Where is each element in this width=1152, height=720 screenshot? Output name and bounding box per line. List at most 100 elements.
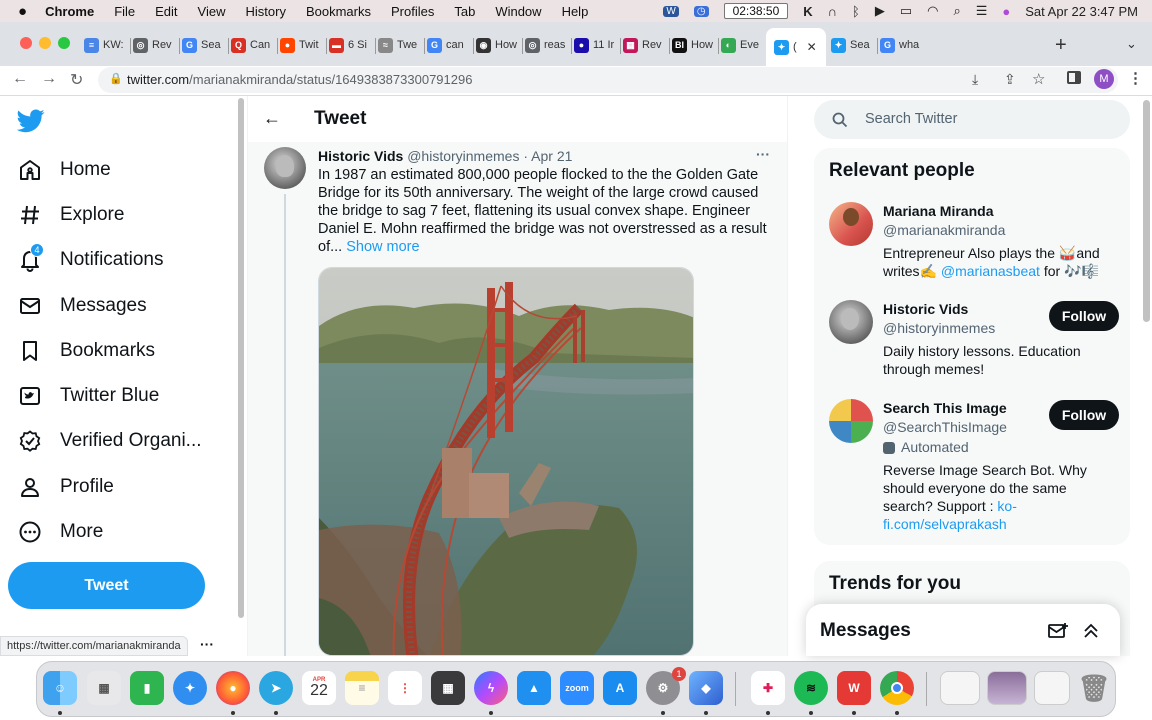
profile-avatar[interactable]: M xyxy=(1094,69,1114,89)
browser-tab[interactable]: Q Can xyxy=(231,30,276,60)
browser-tab[interactable]: ✦ Sea xyxy=(831,30,876,60)
menu-tab[interactable]: Tab xyxy=(454,4,475,19)
side-panel-icon[interactable] xyxy=(1067,71,1081,84)
app-store-icon[interactable]: A xyxy=(603,671,637,705)
search-input[interactable]: Search Twitter xyxy=(865,111,957,127)
wifi-icon[interactable]: ◠ xyxy=(927,3,938,19)
recent-window-thumbnail[interactable] xyxy=(1034,671,1070,705)
browser-tab[interactable]: G Sea xyxy=(182,30,227,60)
safari-icon[interactable]: ✦ xyxy=(173,671,207,705)
word-icon[interactable]: W xyxy=(663,5,679,17)
nav-twitter-blue[interactable]: Twitter Blue xyxy=(18,376,159,416)
browser-tab[interactable]: ◎ Rev xyxy=(133,30,178,60)
nav-messages[interactable]: Messages xyxy=(18,286,147,326)
nav-verified-orgs[interactable]: Verified Organi... xyxy=(18,421,202,461)
menu-file[interactable]: File xyxy=(114,4,135,19)
new-message-icon[interactable] xyxy=(1048,622,1068,640)
tweet-photo[interactable] xyxy=(318,267,694,656)
twitter-logo-icon[interactable] xyxy=(17,109,45,133)
menu-view[interactable]: View xyxy=(198,4,226,19)
tweet-article[interactable]: Historic Vids @historyinmemes · Apr 21 ·… xyxy=(248,142,787,656)
person-avatar[interactable] xyxy=(829,202,873,246)
browser-tab[interactable]: BI How xyxy=(672,30,717,60)
spotify-icon[interactable]: ≋ xyxy=(794,671,828,705)
launchpad-icon[interactable]: ▦ xyxy=(87,671,121,705)
menubar-clock[interactable]: Sat Apr 22 3:47 PM xyxy=(1025,4,1138,19)
wps-office-icon[interactable]: W xyxy=(837,671,871,705)
timer-display[interactable]: 02:38:50 xyxy=(723,3,789,19)
bookmark-star-icon[interactable]: ☆ xyxy=(1032,70,1045,88)
siri-icon[interactable]: ● xyxy=(1002,4,1010,19)
tweet-author-avatar[interactable] xyxy=(264,147,306,189)
sidebar-scroll-thumb[interactable] xyxy=(238,98,244,618)
play-icon[interactable]: ▶ xyxy=(875,3,885,19)
expand-drawer-icon[interactable] xyxy=(1082,622,1100,640)
nav-explore[interactable]: Explore xyxy=(18,195,124,235)
chrome-icon[interactable] xyxy=(880,671,914,705)
menu-bookmarks[interactable]: Bookmarks xyxy=(306,4,371,19)
bluetooth-icon[interactable]: ᛒ xyxy=(852,4,860,19)
nav-bookmarks[interactable]: Bookmarks xyxy=(18,331,155,371)
menu-profiles[interactable]: Profiles xyxy=(391,4,434,19)
person-name[interactable]: Mariana Miranda xyxy=(883,203,993,219)
zoom-icon[interactable]: zoom xyxy=(560,671,594,705)
cursor-app-icon[interactable]: ◆ xyxy=(689,671,723,705)
messages-drawer[interactable]: Messages xyxy=(806,604,1120,656)
apple-icon[interactable]: ● xyxy=(18,3,27,20)
browser-tab[interactable]: ≈ Twe xyxy=(378,30,423,60)
keynote-icon[interactable]: ▲ xyxy=(517,671,551,705)
control-center-icon[interactable]: ☰ xyxy=(976,3,988,19)
menu-app-name[interactable]: Chrome xyxy=(45,4,94,19)
browser-tab[interactable]: ✦ (✕ xyxy=(766,28,826,66)
trash-icon[interactable]: 🗑 xyxy=(1077,671,1111,705)
reload-icon[interactable]: ↻ xyxy=(70,70,83,90)
telegram-icon[interactable]: ➤ xyxy=(259,671,293,705)
finder-icon[interactable]: ☺ xyxy=(43,671,77,705)
person-name[interactable]: Historic Vids xyxy=(883,301,968,317)
browser-tab[interactable]: ◎ reas xyxy=(525,30,570,60)
tweet-author-name[interactable]: Historic Vids xyxy=(318,148,403,164)
person-avatar[interactable] xyxy=(829,399,873,443)
page-scrollbar[interactable] xyxy=(1141,96,1152,656)
notes-icon[interactable]: ≡ xyxy=(345,671,379,705)
back-arrow-icon[interactable]: ← xyxy=(12,70,28,88)
browser-tab[interactable]: ▦ Rev xyxy=(623,30,668,60)
browser-tab[interactable]: ≡ KW: xyxy=(84,30,129,60)
calculator-icon[interactable]: ▦ xyxy=(431,671,465,705)
calendar-icon[interactable]: APR 22 xyxy=(302,671,336,705)
recent-window-thumbnail[interactable] xyxy=(940,671,980,705)
person-handle[interactable]: @historyinmemes xyxy=(883,320,995,336)
menu-edit[interactable]: Edit xyxy=(155,4,177,19)
page-scroll-thumb[interactable] xyxy=(1143,100,1150,322)
person-bio-link[interactable]: @marianasbeat xyxy=(941,263,1040,279)
messenger-icon[interactable]: ϟ xyxy=(474,671,508,705)
tweet-date[interactable]: Apr 21 xyxy=(531,148,572,164)
headphones-icon[interactable]: ∩ xyxy=(828,4,837,19)
minimize-window-button[interactable] xyxy=(39,37,51,49)
tweet-compose-button[interactable]: Tweet xyxy=(8,562,205,609)
person-avatar[interactable] xyxy=(829,300,873,344)
menu-history[interactable]: History xyxy=(246,4,286,19)
reminders-icon[interactable]: ⋮ xyxy=(388,671,422,705)
follow-button[interactable]: Follow xyxy=(1049,400,1119,430)
numbers-icon[interactable]: ▮ xyxy=(130,671,164,705)
tab-search-chevron-icon[interactable]: ⌄ xyxy=(1126,36,1137,52)
firefox-icon[interactable]: ● xyxy=(216,671,250,705)
browser-tab[interactable]: ◉ How xyxy=(476,30,521,60)
person-name[interactable]: Search This Image xyxy=(883,400,1007,416)
spotlight-search-icon[interactable]: ⌕ xyxy=(953,3,960,19)
battery-icon[interactable]: ▭ xyxy=(900,3,912,19)
person-historic-vids[interactable]: Historic Vids @historyinmemes Follow Dai… xyxy=(829,300,1119,380)
nav-home[interactable]: Home xyxy=(18,150,111,190)
show-more-link[interactable]: Show more xyxy=(346,239,419,255)
menu-window[interactable]: Window xyxy=(495,4,541,19)
browser-tab[interactable]: ▬ 6 Si xyxy=(329,30,374,60)
back-arrow-icon[interactable]: ← xyxy=(263,108,281,129)
menu-help[interactable]: Help xyxy=(562,4,589,19)
nav-more[interactable]: More xyxy=(18,512,103,552)
browser-tab[interactable]: ● 11 Ir xyxy=(574,30,619,60)
browser-tab[interactable]: Gwha xyxy=(880,30,925,60)
chrome-menu-icon[interactable]: ⋮ xyxy=(1128,69,1143,87)
search-box[interactable]: Search Twitter xyxy=(814,100,1130,139)
slack-icon[interactable]: ✚ xyxy=(751,671,785,705)
